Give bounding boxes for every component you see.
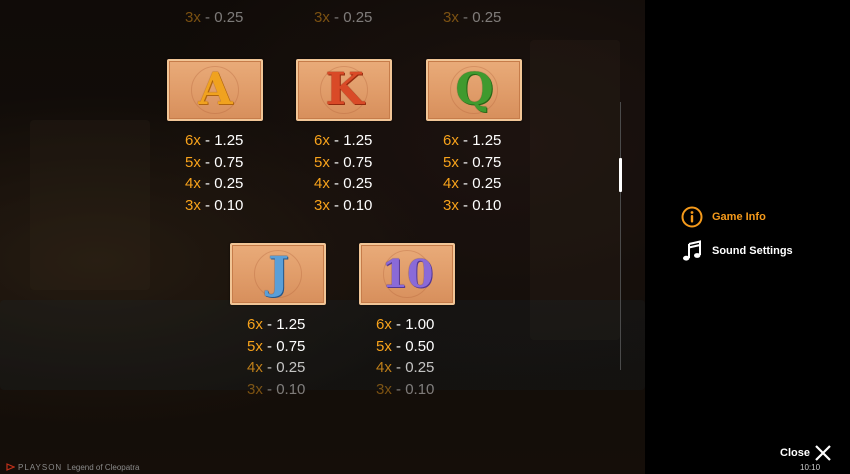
pay-row: 4x - 0.25 xyxy=(247,359,306,376)
pay-row: 6x - 1.25 xyxy=(185,132,244,149)
symbol-q: Q xyxy=(455,64,493,115)
pay-row: 4x - 0.25 xyxy=(314,175,373,192)
paytable-list-j: 6x - 1.25 5x - 0.75 4x - 0.25 3x - 0.10 xyxy=(247,314,305,400)
pay-row: 3x - 0.10 xyxy=(376,380,435,398)
paytable-list-q: 6x - 1.25 5x - 0.75 4x - 0.25 3x - 0.10 xyxy=(443,130,501,216)
music-note-icon xyxy=(683,240,701,261)
pay-row: 6x - 1.00 xyxy=(376,316,435,333)
symbol-k: K xyxy=(325,64,363,115)
paytable-list-10: 6x - 1.00 5x - 0.50 4x - 0.25 3x - 0.10 xyxy=(376,314,434,400)
clock: 10:10 xyxy=(800,463,821,472)
pay-row: 3x - 0.10 xyxy=(247,380,306,398)
paytable-partial-row: 3x - 0.25 xyxy=(185,9,244,26)
footer-bar: PLAYSON Legend of Cleopatra 10:10 xyxy=(0,460,850,474)
symbol-card-q: Q xyxy=(426,59,522,121)
symbol-card-j: J xyxy=(230,243,326,305)
pay-row: 4x - 0.25 xyxy=(443,175,502,192)
symbol-10: 10 xyxy=(381,251,434,296)
info-icon xyxy=(681,206,703,228)
symbol-card-10: 10 xyxy=(359,243,455,305)
pay-row: 5x - 0.75 xyxy=(443,153,502,171)
scrollbar-thumb[interactable] xyxy=(619,158,622,192)
paytable-list-a: 6x - 1.25 5x - 0.75 4x - 0.25 3x - 0.10 xyxy=(185,130,243,216)
pay-row: 5x - 0.50 xyxy=(376,337,435,355)
pay-row: 3x - 0.10 xyxy=(314,196,373,214)
pay-row: 5x - 0.75 xyxy=(314,153,373,171)
pay-row: 5x - 0.75 xyxy=(185,153,244,171)
symbol-a: A xyxy=(198,64,232,115)
pay-row: 6x - 1.25 xyxy=(247,316,306,333)
symbol-j: J xyxy=(268,248,289,299)
menu-label-sound-settings: Sound Settings xyxy=(712,245,793,257)
symbol-card-a: A xyxy=(167,59,263,121)
menu-item-game-info[interactable]: Game Info xyxy=(681,206,766,228)
pay-row: 4x - 0.25 xyxy=(185,175,244,192)
playson-logo-icon xyxy=(6,463,15,471)
paytable-partial-row: 3x - 0.25 xyxy=(314,9,373,26)
paytable-partial-row: 3x - 0.25 xyxy=(443,9,502,26)
pay-row: 3x - 0.10 xyxy=(185,196,244,214)
game-title: Legend of Cleopatra xyxy=(67,463,140,472)
paytable-list-k: 6x - 1.25 5x - 0.75 4x - 0.25 3x - 0.10 xyxy=(314,130,372,216)
pay-row: 6x - 1.25 xyxy=(314,132,373,149)
menu-item-sound-settings[interactable]: Sound Settings xyxy=(681,240,793,262)
menu-label-game-info: Game Info xyxy=(712,211,766,223)
close-label: Close xyxy=(780,447,810,459)
scrollbar-track[interactable] xyxy=(620,102,621,370)
pay-row: 5x - 0.75 xyxy=(247,337,306,355)
pay-row: 3x - 0.10 xyxy=(443,196,502,214)
pay-row: 6x - 1.25 xyxy=(443,132,502,149)
symbol-card-k: K xyxy=(296,59,392,121)
brand-name: PLAYSON xyxy=(18,463,63,472)
pay-row: 4x - 0.25 xyxy=(376,359,435,376)
